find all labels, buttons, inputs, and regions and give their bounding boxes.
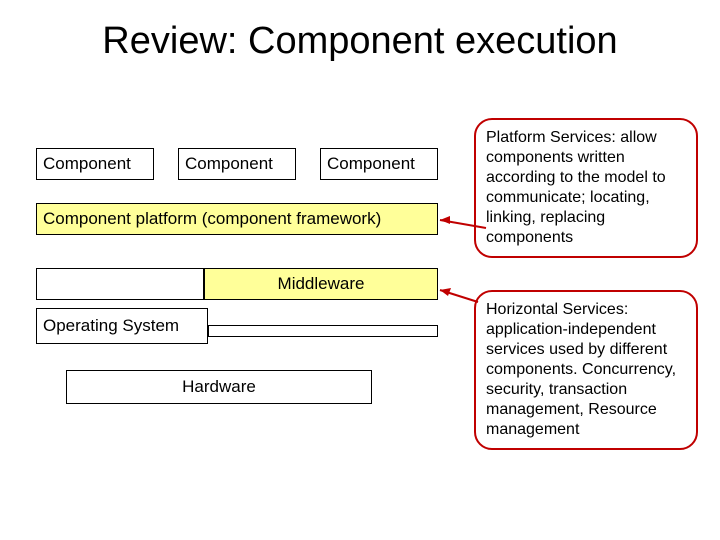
component-box-2: Component	[178, 148, 296, 180]
empty-box-left	[36, 268, 204, 300]
component-platform-box: Component platform (component framework)	[36, 203, 438, 235]
horizontal-services-callout: Horizontal Services: application-indepen…	[474, 290, 698, 450]
component-box-1: Component	[36, 148, 154, 180]
component-box-3: Component	[320, 148, 438, 180]
hardware-box: Hardware	[66, 370, 372, 404]
slide-title: Review: Component execution	[0, 20, 720, 63]
platform-services-callout: Platform Services: allow components writ…	[474, 118, 698, 258]
os-extension-box	[208, 325, 438, 337]
middleware-box: Middleware	[204, 268, 438, 300]
operating-system-box: Operating System	[36, 308, 208, 344]
